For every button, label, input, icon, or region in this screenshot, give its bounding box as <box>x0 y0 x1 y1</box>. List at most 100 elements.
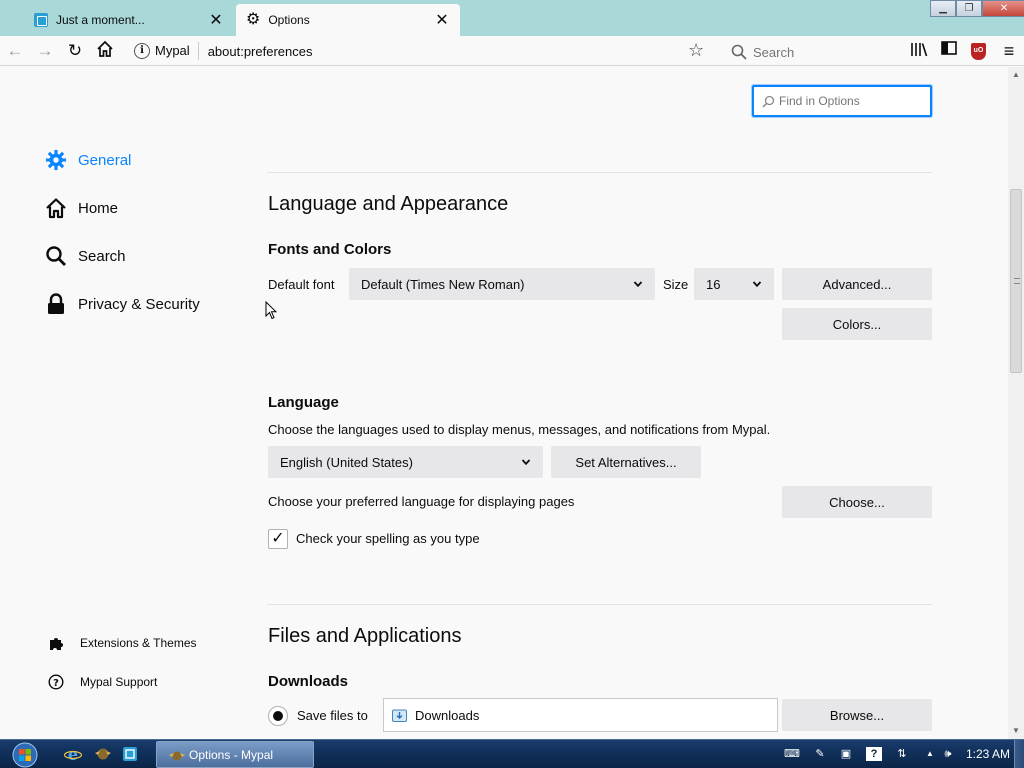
reload-button[interactable]: ↻ <box>64 40 86 62</box>
scrollbar-thumb[interactable] <box>1010 189 1022 373</box>
scroll-up-arrow-icon[interactable]: ▲ <box>1008 67 1024 83</box>
save-files-radio[interactable] <box>268 706 288 726</box>
start-button-icon[interactable] <box>6 741 44 768</box>
task-label: Options - Mypal <box>189 747 274 762</box>
page-favicon-icon <box>34 13 48 27</box>
tab-strip: Just a moment... ✕ ⚙ Options ✕ ▁ ❐ ✕ <box>0 0 1024 36</box>
font-size-select[interactable]: 16 <box>694 268 774 300</box>
close-tab-icon[interactable]: ✕ <box>434 10 450 30</box>
scroll-down-arrow-icon[interactable]: ▼ <box>1008 723 1024 739</box>
gear-icon: ⚙ <box>246 11 261 28</box>
default-font-select[interactable]: Default (Times New Roman) <box>349 268 655 300</box>
taskbar: e Options - Mypal ⌨ ✎ ▣ ? ⇅ ▲ 🕪 1:23 AM <box>0 739 1024 768</box>
help-tray-icon[interactable]: ? <box>866 747 882 761</box>
files-applications-heading: Files and Applications <box>268 625 462 647</box>
pen-icon[interactable]: ✎ <box>812 747 828 761</box>
category-general[interactable]: General <box>44 146 131 174</box>
mypal-support-label: Mypal Support <box>80 675 158 689</box>
set-alternatives-button[interactable]: Set Alternatives... <box>551 446 701 478</box>
extensions-themes-label: Extensions & Themes <box>80 636 197 650</box>
back-button[interactable]: ← <box>4 40 26 62</box>
browse-button[interactable]: Browse... <box>782 699 932 731</box>
puzzle-icon <box>44 631 68 655</box>
tab-title: Options <box>268 13 310 27</box>
download-folder-field[interactable]: Downloads <box>383 698 778 732</box>
colors-button[interactable]: Colors... <box>782 308 932 340</box>
preferences-page: General Home Search Privacy & Security E… <box>0 67 1008 739</box>
mypal-icon <box>169 751 185 760</box>
lock-icon <box>44 292 68 316</box>
tab-options[interactable]: ⚙ Options ✕ <box>236 4 460 36</box>
chevron-down-icon <box>752 281 762 288</box>
url-bar[interactable]: i Mypal about:preferences <box>128 38 720 64</box>
ublock-origin-icon[interactable]: uO <box>971 41 987 61</box>
category-label: Home <box>78 199 119 217</box>
app-icon[interactable] <box>121 745 139 763</box>
section-divider <box>267 604 932 605</box>
network-icon[interactable]: ▣ <box>838 747 854 761</box>
search-icon <box>731 44 747 60</box>
mouse-cursor-icon <box>265 301 277 320</box>
font-size-value: 16 <box>706 276 721 292</box>
category-search[interactable]: Search <box>44 242 126 270</box>
category-label: Search <box>78 247 126 265</box>
category-privacy-security[interactable]: Privacy & Security <box>44 290 200 318</box>
search-icon <box>44 244 68 268</box>
internet-explorer-icon[interactable]: e <box>64 745 82 763</box>
search-bar[interactable] <box>726 40 898 64</box>
category-home[interactable]: Home <box>44 194 118 222</box>
chevron-down-icon <box>633 281 643 288</box>
search-icon <box>762 95 775 108</box>
home-button[interactable] <box>94 40 116 62</box>
category-label: General <box>78 151 132 169</box>
advanced-fonts-button[interactable]: Advanced... <box>782 268 932 300</box>
window-controls: ▁ ❐ ✕ <box>930 0 1024 18</box>
library-icon[interactable] <box>909 41 929 61</box>
display-icon[interactable]: ⇅ <box>894 747 910 761</box>
language-description: Choose the languages used to display men… <box>268 422 771 437</box>
extensions-themes-link[interactable]: Extensions & Themes <box>44 629 197 657</box>
vertical-scrollbar[interactable]: ▲ ▼ <box>1008 67 1024 739</box>
find-in-options-input[interactable] <box>779 94 919 108</box>
restore-button[interactable]: ❐ <box>956 0 982 17</box>
search-input[interactable] <box>753 44 883 60</box>
home-icon <box>44 196 68 220</box>
close-tab-icon[interactable]: ✕ <box>208 10 224 30</box>
keyboard-icon[interactable]: ⌨ <box>784 747 800 761</box>
language-heading: Language <box>268 394 339 411</box>
chevron-down-icon <box>521 459 531 466</box>
forward-button[interactable]: → <box>34 40 56 62</box>
show-hidden-icons-icon[interactable]: ▲ <box>922 747 938 761</box>
spellcheck-checkbox[interactable]: ✓ <box>268 529 288 549</box>
minimize-button[interactable]: ▁ <box>930 0 956 17</box>
url-text[interactable]: about:preferences <box>208 44 313 59</box>
show-desktop-button[interactable] <box>1014 740 1024 768</box>
home-icon <box>97 40 113 57</box>
gear-icon <box>44 148 68 172</box>
choose-language-button[interactable]: Choose... <box>782 486 932 518</box>
ui-language-value: English (United States) <box>280 454 413 470</box>
category-label: Privacy & Security <box>78 295 200 313</box>
volume-icon[interactable]: 🕪 <box>940 747 956 761</box>
mypal-support-link[interactable]: ? Mypal Support <box>44 668 157 696</box>
size-label: Size <box>663 277 689 292</box>
menu-icon[interactable]: ≡ <box>999 41 1019 61</box>
site-identity[interactable]: Mypal <box>155 42 199 60</box>
tab-title: Just a moment... <box>56 13 145 27</box>
ui-language-select[interactable]: English (United States) <box>268 446 543 478</box>
sidebar-icon[interactable] <box>939 41 959 61</box>
find-in-options-box[interactable] <box>752 85 932 117</box>
taskbar-options-mypal[interactable]: Options - Mypal <box>156 741 314 768</box>
mypal-icon[interactable] <box>94 745 112 763</box>
tab-just-a-moment[interactable]: Just a moment... ✕ <box>24 4 234 36</box>
section-divider <box>267 172 932 173</box>
default-font-value: Default (Times New Roman) <box>361 276 525 292</box>
clock[interactable]: 1:23 AM <box>966 747 1010 761</box>
info-icon[interactable]: i <box>134 43 150 59</box>
bookmark-star-icon[interactable]: ☆ <box>688 41 704 59</box>
svg-text:?: ? <box>53 678 59 689</box>
download-folder-value: Downloads <box>415 707 480 723</box>
window-close-button[interactable]: ✕ <box>982 0 1024 17</box>
language-appearance-heading: Language and Appearance <box>268 193 509 215</box>
downloads-heading: Downloads <box>268 673 349 690</box>
